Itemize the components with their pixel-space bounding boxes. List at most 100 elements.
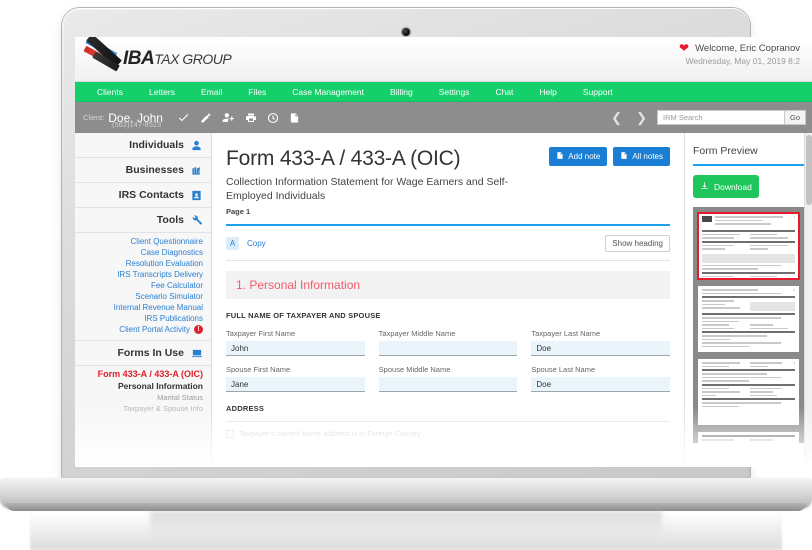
add-user-icon[interactable] (222, 111, 235, 124)
sidebar-item-individuals[interactable]: Individuals (75, 133, 211, 158)
sidebar-item-irs-contacts[interactable]: IRS Contacts (75, 183, 211, 208)
sidebar-tool-fee-calculator[interactable]: Fee Calculator (75, 280, 211, 291)
sidebar-tool-irs-transcripts-delivery[interactable]: IRS Transcripts Delivery (75, 269, 211, 280)
contact-card-icon (190, 189, 203, 202)
add-note-button[interactable]: Add note (549, 147, 608, 166)
input-taxpayer-middle-name[interactable] (378, 341, 518, 356)
field-group-label: FULL NAME OF TAXPAYER AND SPOUSE (226, 311, 381, 320)
preview-page-thumbnail[interactable]: 3 (698, 359, 799, 425)
preview-page-thumbnail[interactable]: 4 (698, 432, 799, 443)
tool-label: Client Portal Activity (119, 325, 190, 334)
tool-label: Fee Calculator (150, 281, 203, 290)
client-bar-right: ❮ ❯ IRM Search Go (607, 102, 806, 133)
check-icon[interactable] (177, 111, 190, 124)
copy-button[interactable]: Copy (247, 239, 266, 248)
sidebar-item-businesses[interactable]: Businesses (75, 158, 211, 183)
sidebar-item-forms-in-use[interactable]: Forms In Use (75, 341, 211, 366)
input-spouse-middle-name[interactable] (378, 377, 518, 392)
nav-item-support[interactable]: Support (570, 82, 626, 102)
chevron-left-icon[interactable]: ❮ (607, 111, 626, 124)
sidebar-form-subitem-marital-status[interactable]: Marital Status (75, 392, 211, 403)
sidebar-tool-irs-publications[interactable]: IRS Publications (75, 313, 211, 324)
nav-item-settings[interactable]: Settings (426, 82, 483, 102)
all-notes-button[interactable]: All notes (613, 147, 670, 166)
sidebar-form-active[interactable]: Form 433-A / 433-A (OIC) (75, 366, 211, 380)
sidebar-label-tools: Tools (156, 214, 184, 226)
print-icon[interactable] (245, 112, 257, 124)
thumbnail-page-number: 1 (793, 215, 795, 219)
client-phone: (562)147-8523 (112, 120, 162, 129)
checkbox-icon[interactable] (226, 429, 234, 438)
nav-item-billing[interactable]: Billing (377, 82, 426, 102)
name-fields-row-spouse: Spouse First Name Jane Spouse Middle Nam… (226, 365, 671, 392)
thumbnail-page-number: 3 (793, 361, 795, 365)
tool-label: IRS Transcripts Delivery (117, 270, 203, 279)
document-icon[interactable] (289, 112, 300, 124)
sidebar-form-subitem-personal-information[interactable]: Personal Information (75, 380, 211, 392)
toolbar-divider (226, 260, 670, 261)
sidebar-tool-scenario-simulator[interactable]: Scenario Simulator (75, 291, 211, 302)
nav-item-clients[interactable]: Clients (75, 82, 136, 102)
input-spouse-last-name[interactable]: Doe (531, 377, 671, 392)
laptop-base-edge (6, 503, 806, 511)
brand-name-bold: IBA (123, 48, 155, 69)
foreign-country-label: Taxpayer's current home address is in Fo… (239, 429, 421, 438)
irm-search-input[interactable]: IRM Search (656, 110, 785, 125)
main-navigation: Clients Letters Email Files Case Managem… (75, 82, 812, 102)
nav-item-email[interactable]: Email (188, 82, 235, 102)
preview-page-thumbnail[interactable]: 1 (697, 212, 800, 280)
tool-label: Internal Revenue Manual (113, 303, 203, 312)
webcam-icon (402, 28, 410, 36)
preview-scrollbar[interactable] (804, 133, 812, 467)
address-divider (226, 421, 670, 422)
sidebar-tool-client-portal-activity[interactable]: Client Portal Activity ! (75, 324, 211, 335)
pencil-icon[interactable] (200, 112, 212, 124)
form-toolbar: A Copy Show heading (226, 234, 670, 252)
sidebar-tools-list: Client Questionnaire Case Diagnostics Re… (75, 233, 211, 340)
download-icon (700, 181, 709, 192)
tool-label: Scenario Simulator (135, 292, 203, 301)
page-number-label: Page 1 (226, 207, 251, 216)
nav-item-help[interactable]: Help (526, 82, 569, 102)
field-label: Spouse Middle Name (378, 365, 451, 374)
clock-icon[interactable] (267, 112, 279, 124)
sidebar-tool-internal-revenue-manual[interactable]: Internal Revenue Manual (75, 302, 211, 313)
nav-item-files[interactable]: Files (235, 82, 279, 102)
nav-item-case-management[interactable]: Case Management (279, 82, 377, 102)
irm-search-go-button[interactable]: Go (784, 110, 806, 125)
nav-item-chat[interactable]: Chat (482, 82, 526, 102)
laptop-reflection (30, 512, 782, 550)
sidebar-item-tools[interactable]: Tools (75, 208, 211, 233)
person-icon (190, 139, 203, 152)
scrollbar-thumb[interactable] (806, 135, 812, 205)
download-button[interactable]: Download (693, 175, 759, 198)
sidebar-label-businesses: Businesses (125, 164, 184, 176)
app-body: Individuals Businesses IRS Contacts Tool… (75, 133, 812, 467)
alert-badge-icon: ! (194, 325, 203, 334)
chevron-right-icon[interactable]: ❯ (632, 111, 651, 124)
sidebar-tool-case-diagnostics[interactable]: Case Diagnostics (75, 247, 211, 258)
show-heading-button[interactable]: Show heading (605, 234, 670, 252)
sidebar-tool-resolution-evaluation[interactable]: Resolution Evaluation (75, 258, 211, 269)
input-taxpayer-last-name[interactable]: Doe (531, 341, 671, 356)
input-taxpayer-first-name[interactable]: John (226, 341, 365, 356)
name-fields-row-taxpayer: Taxpayer First Name John Taxpayer Middle… (226, 329, 671, 356)
preview-divider (693, 164, 804, 166)
tool-label: IRS Publications (144, 314, 203, 323)
foreign-country-checkbox-row[interactable]: Taxpayer's current home address is in Fo… (226, 429, 670, 438)
field-taxpayer-first-name: Taxpayer First Name John (226, 329, 365, 356)
field-label: Taxpayer First Name (226, 329, 296, 338)
swoosh-logo-icon (81, 37, 127, 78)
field-spouse-middle-name: Spouse Middle Name (378, 365, 518, 392)
field-label: Taxpayer Middle Name (378, 329, 456, 338)
document-icon (620, 151, 628, 162)
tool-label: Client Questionnaire (130, 237, 203, 246)
font-size-icon[interactable]: A (226, 236, 239, 250)
sidebar-form-subitem-taxpayer-spouse-info[interactable]: Taxpayer & Spouse Info (75, 403, 211, 414)
preview-page-thumbnail[interactable]: 2 (698, 286, 799, 352)
input-spouse-first-name[interactable]: Jane (226, 377, 365, 392)
sidebar-tool-client-questionnaire[interactable]: Client Questionnaire (75, 236, 211, 247)
brand-logo[interactable]: IBATAX GROUP (81, 37, 232, 78)
nav-item-letters[interactable]: Letters (136, 82, 188, 102)
notes-button-group: Add note All notes (549, 147, 670, 166)
